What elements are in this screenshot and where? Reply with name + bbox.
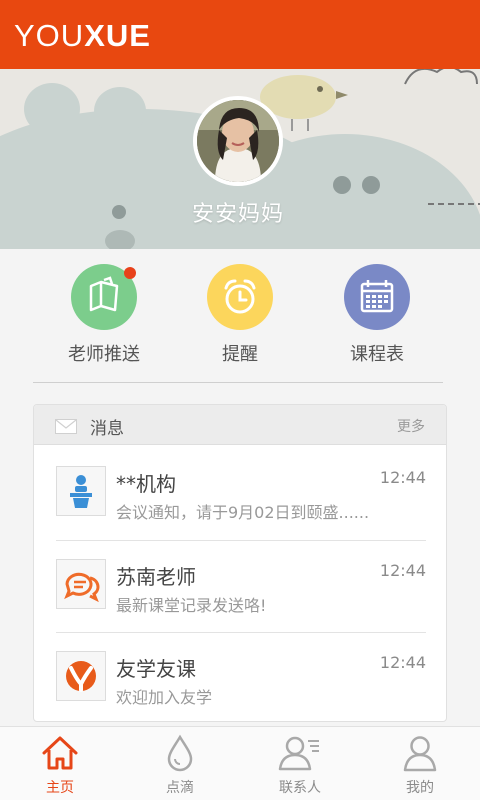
tab-home[interactable]: 主页: [0, 733, 120, 800]
schedule-circle: [344, 264, 410, 330]
profile-banner: 安安妈妈: [0, 69, 480, 249]
bottom-nav: 主页 点滴 联系人 我的: [0, 726, 480, 800]
message-avatar: [56, 559, 106, 609]
person-icon: [403, 736, 437, 772]
messages-card: 消息 更多 **机构 12:44 会议通知，请于9月02日到颐盛...... 苏…: [33, 404, 447, 722]
teacher-push-circle: [71, 264, 137, 330]
message-avatar: [56, 651, 106, 701]
reminder-label: 提醒: [222, 344, 258, 365]
tab-contacts[interactable]: 联系人: [240, 733, 360, 800]
avatar[interactable]: [193, 96, 283, 186]
reminder-circle: [207, 264, 273, 330]
message-time: 12:44: [379, 561, 426, 580]
alarm-clock-icon: [224, 279, 256, 314]
schedule-label: 课程表: [350, 344, 404, 365]
message-sender: **机构: [116, 472, 176, 496]
message-preview: 欢迎加入友学: [116, 688, 213, 707]
logo-text-bold: XUE: [84, 18, 151, 53]
messages-title: 消息: [90, 419, 124, 439]
youxue-logo-icon: [66, 661, 96, 692]
tab-me[interactable]: 我的: [360, 733, 480, 800]
section-divider: [33, 382, 443, 383]
tab-moments[interactable]: 点滴: [120, 733, 240, 800]
message-sender: 友学友课: [116, 657, 196, 681]
teacher-push-button[interactable]: 老师推送: [34, 264, 174, 366]
message-sender: 苏南老师: [116, 565, 196, 589]
avatar-photo: [197, 100, 279, 182]
tab-me-label: 我的: [406, 780, 434, 796]
message-avatar: [56, 466, 106, 516]
chat-bubbles-icon: [64, 572, 100, 603]
teacher-push-label: 老师推送: [68, 344, 140, 365]
profile-name: 安安妈妈: [191, 202, 284, 227]
quick-actions: 老师推送 提醒 课程表: [0, 249, 480, 382]
message-item[interactable]: **机构 12:44 会议通知，请于9月02日到颐盛......: [56, 466, 426, 558]
app-header: YOUXUE: [0, 0, 480, 69]
message-preview: 会议通知，请于9月02日到颐盛......: [116, 503, 370, 522]
calendar-icon: [360, 280, 394, 313]
message-time: 12:44: [379, 653, 426, 672]
message-time: 12:44: [379, 468, 426, 487]
logo-text-light: YOU: [14, 18, 85, 53]
message-preview: 最新课堂记录发送咯!: [116, 596, 267, 615]
notification-badge: [124, 267, 136, 279]
message-divider: [56, 540, 426, 541]
messages-header: 消息 更多: [34, 405, 446, 445]
tab-home-label: 主页: [46, 780, 74, 796]
tab-moments-label: 点滴: [166, 780, 194, 796]
home-icon: [42, 736, 78, 770]
droplet-icon: [167, 734, 193, 772]
message-item[interactable]: 苏南老师 12:44 最新课堂记录发送咯!: [56, 559, 426, 651]
tab-contacts-label: 联系人: [279, 780, 321, 796]
app-logo: YOUXUE: [14, 16, 151, 56]
envelope-icon: [55, 419, 77, 434]
schedule-button[interactable]: 课程表: [307, 264, 447, 366]
message-item[interactable]: 友学友课 12:44 欢迎加入友学: [56, 651, 426, 721]
contacts-icon: [278, 736, 319, 771]
speaker-podium-icon: [70, 475, 92, 508]
message-divider: [56, 632, 426, 633]
reminder-button[interactable]: 提醒: [170, 264, 310, 366]
more-link[interactable]: 更多: [397, 416, 425, 436]
